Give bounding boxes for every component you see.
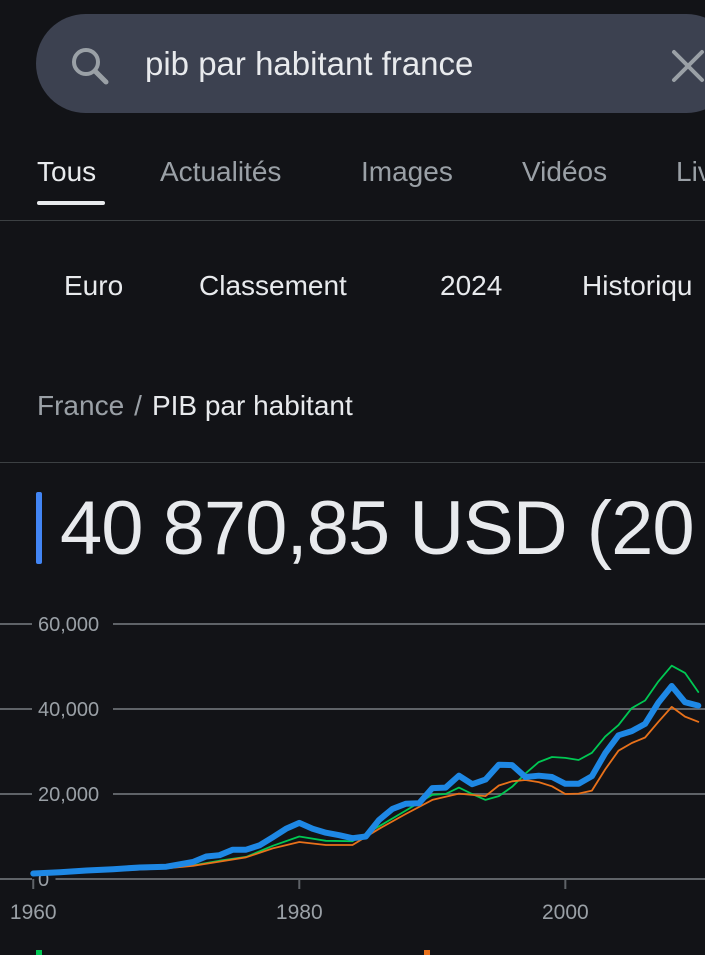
breadcrumb-current: PIB par habitant (151, 390, 353, 421)
tab-news[interactable]: Actualités (160, 154, 281, 190)
x-tick-label: 2000 (542, 901, 589, 924)
tab-more[interactable]: Liv (676, 154, 705, 190)
search-input[interactable]: pib par habitant france (145, 44, 473, 84)
chip-euro[interactable]: Euro (64, 268, 123, 304)
breadcrumb: France / PIB par habitant (37, 388, 353, 424)
tab-images[interactable]: Images (361, 154, 453, 190)
chip-ranking[interactable]: Classement (199, 268, 347, 304)
y-tick-label: 40,000 (38, 699, 99, 721)
search-icon[interactable] (68, 44, 112, 88)
headline-value: 40 870,85 USD (20 (60, 486, 695, 571)
y-tick-label: 60,000 (38, 614, 99, 636)
legend-marker (36, 950, 42, 955)
chip-history[interactable]: Historiqu (582, 268, 692, 304)
breadcrumb-separator: / (134, 390, 142, 421)
x-tick-label: 1980 (276, 901, 323, 924)
series-line (32, 706, 700, 876)
divider (0, 220, 705, 221)
chip-2024[interactable]: 2024 (440, 268, 502, 304)
search-results-page: pib par habitant france Tous Actualités … (0, 0, 705, 955)
close-icon[interactable] (668, 46, 705, 86)
active-tab-indicator (37, 201, 105, 205)
tab-videos[interactable]: Vidéos (522, 154, 607, 190)
y-tick-label: 20,000 (38, 784, 99, 806)
divider (0, 462, 705, 463)
gdp-per-capita-chart[interactable]: 020,00040,00060,0001960 1980 2000 (0, 600, 705, 955)
search-tabs: Tous Actualités Images Vidéos Liv (0, 150, 705, 210)
x-tick-label: 1960 (10, 901, 57, 924)
value-accent-bar (36, 492, 42, 564)
legend-marker (424, 950, 430, 955)
breadcrumb-country[interactable]: France (37, 390, 124, 421)
tab-all[interactable]: Tous (37, 154, 96, 190)
